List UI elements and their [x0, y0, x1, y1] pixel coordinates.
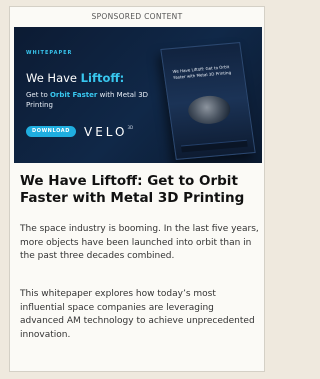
brand-mark: 3D [127, 125, 134, 130]
mockup-footer-bar [180, 139, 248, 153]
ad-banner[interactable]: WHITEPAPER We Have Liftoff: Get to Orbit… [14, 27, 262, 163]
whitepaper-cover-mockup: We Have Liftoff: Get to Orbit Faster wit… [160, 42, 256, 160]
banner-subtitle-prefix: Get to [26, 91, 50, 99]
whitepaper-tag: WHITEPAPER [26, 50, 73, 56]
sponsored-label: SPONSORED CONTENT [91, 12, 183, 21]
download-button[interactable]: DOWNLOAD [26, 126, 76, 137]
mockup-title: We Have Liftoff: Get to Orbit Faster wit… [172, 64, 232, 80]
banner-subtitle: Get to Orbit Faster with Metal 3D Printi… [26, 91, 166, 110]
banner-subtitle-accent: Orbit Faster [49, 91, 98, 99]
ad-paragraph-2: This whitepaper explores how today’s mos… [20, 289, 255, 340]
sponsored-ad-card[interactable]: SPONSORED CONTENT WHITEPAPER We Have Lif… [9, 6, 265, 372]
ad-headline[interactable]: We Have Liftoff: Get to Orbit Faster wit… [20, 173, 260, 207]
ad-paragraph-1: The space industry is booming. In the la… [20, 224, 259, 261]
banner-title-accent: Liftoff: [80, 71, 125, 85]
printed-part-image [186, 94, 233, 126]
velo-brand-logo: VELO3D [84, 125, 133, 139]
banner-title-prefix: We Have [26, 71, 81, 85]
banner-title: We Have Liftoff: [26, 71, 124, 85]
brand-name: VELO [84, 125, 128, 139]
